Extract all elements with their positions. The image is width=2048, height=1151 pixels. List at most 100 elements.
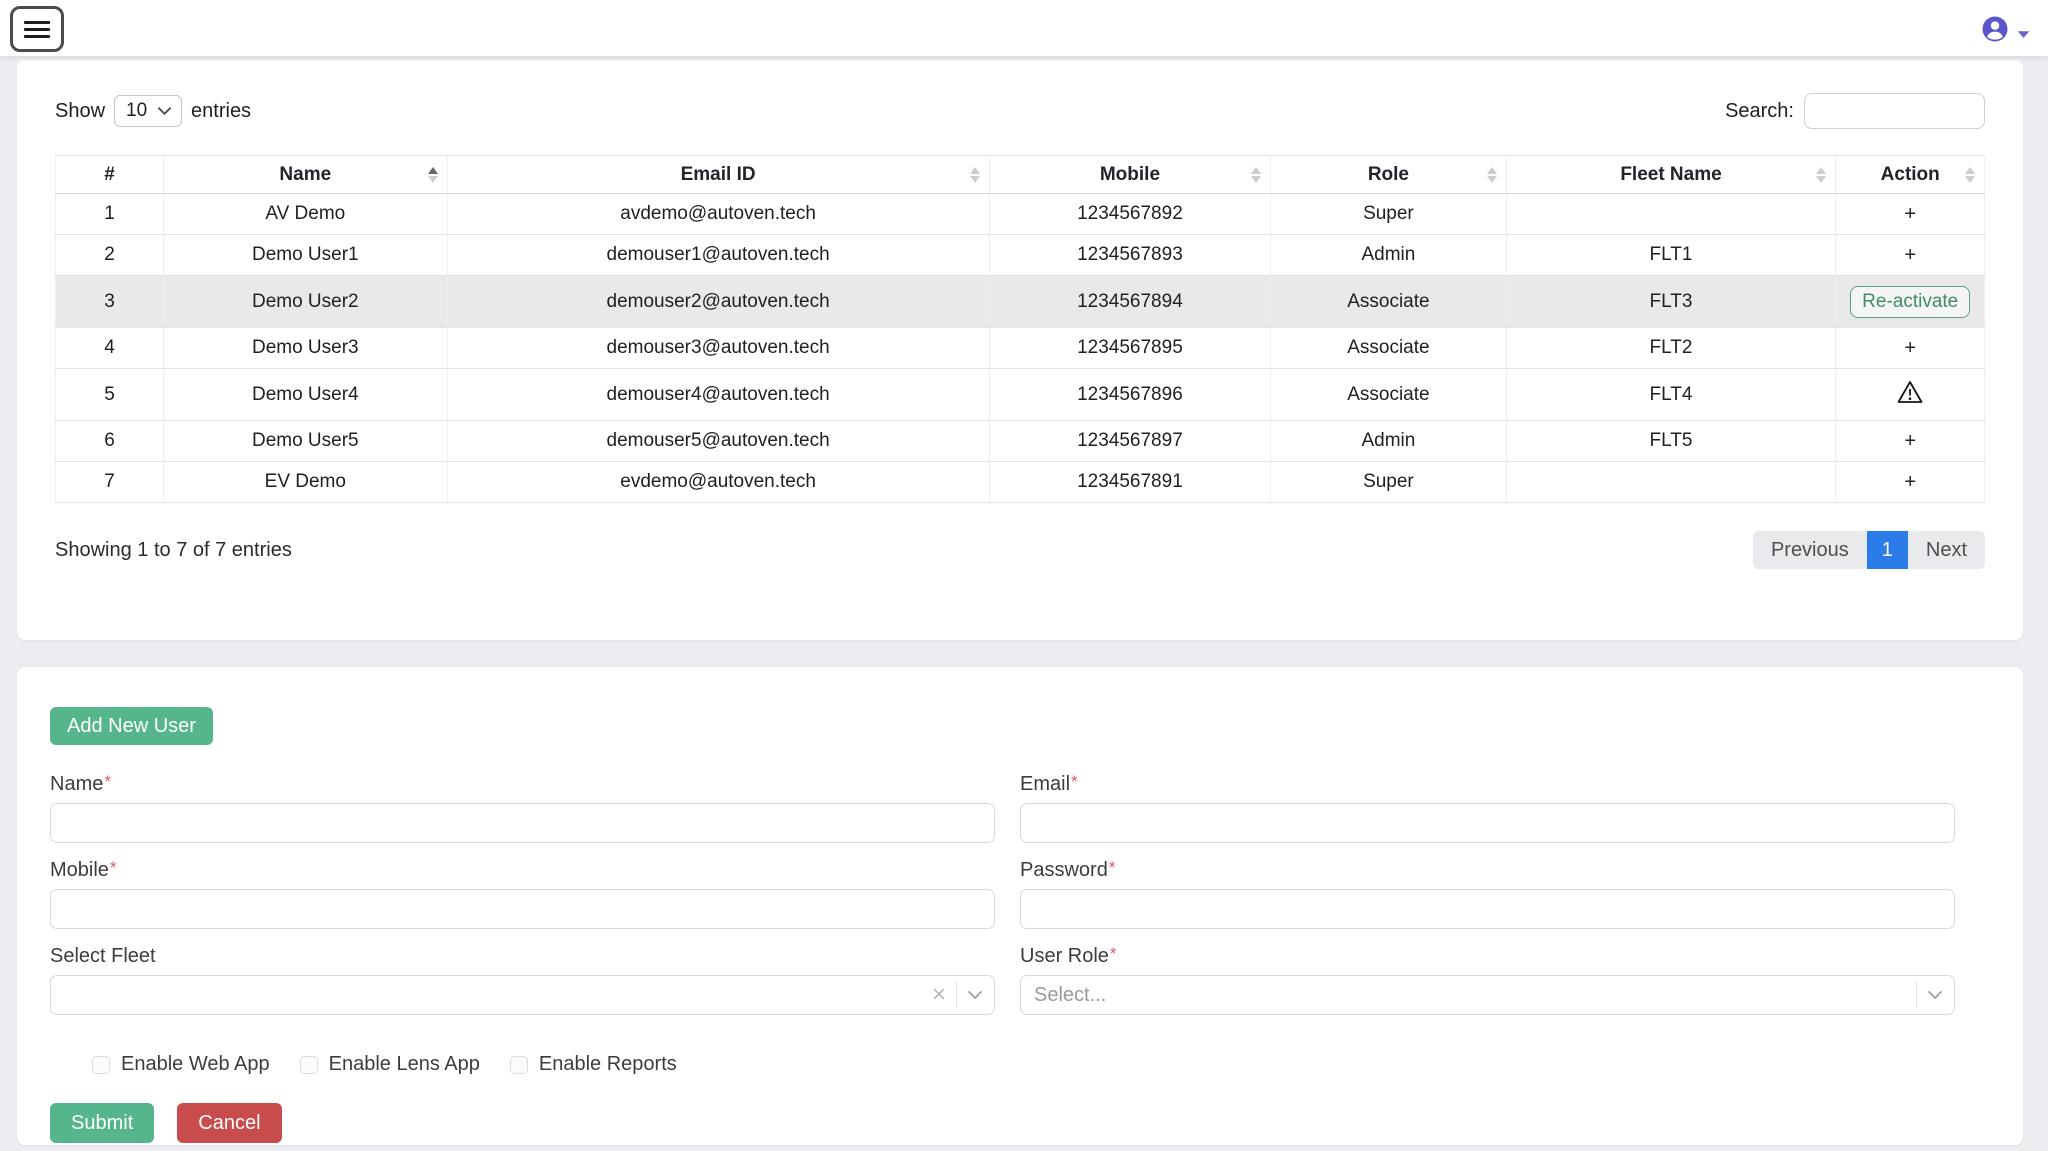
- table-row: 5Demo User4demouser4@autoven.tech1234567…: [56, 369, 1985, 421]
- select-divider: [956, 982, 957, 1008]
- checkbox-group-enable-reports[interactable]: Enable Reports: [510, 1053, 677, 1076]
- page-size-value: 10: [126, 100, 147, 122]
- sort-asc-icon: [1251, 167, 1261, 174]
- cell-action: +: [1836, 421, 1985, 462]
- expand-row-button[interactable]: +: [1896, 430, 1924, 453]
- mobile-input[interactable]: [50, 889, 995, 929]
- sort-asc-icon: [1965, 167, 1975, 174]
- table-header-row: #NameEmail IDMobileRoleFleet Name Action: [56, 156, 1985, 194]
- user-menu[interactable]: [1980, 12, 2030, 44]
- row-number: 4: [56, 328, 164, 369]
- cell-name: EV Demo: [164, 462, 448, 503]
- column-label: Action: [1881, 164, 1940, 185]
- add-new-user-button[interactable]: Add New User: [50, 707, 213, 745]
- chevron-down-icon[interactable]: [1927, 990, 1943, 1000]
- cell-action: +: [1836, 194, 1985, 235]
- expand-row-button[interactable]: +: [1896, 471, 1924, 494]
- cell-action: +: [1836, 328, 1985, 369]
- sort-arrows-icon: [1487, 167, 1497, 183]
- clear-selection-icon[interactable]: ×: [932, 983, 946, 1007]
- cell-mobile: 1234567895: [989, 328, 1271, 369]
- page-size-select[interactable]: 10: [114, 95, 182, 127]
- email-input[interactable]: [1020, 803, 1955, 843]
- cell-name: Demo User5: [164, 421, 448, 462]
- entries-label: entries: [191, 100, 251, 123]
- cell-role: Associate: [1271, 276, 1506, 328]
- required-marker: *: [1109, 858, 1116, 877]
- expand-row-button[interactable]: +: [1896, 244, 1924, 267]
- checkbox-label: Enable Web App: [121, 1053, 270, 1076]
- table-footer: Showing 1 to 7 of 7 entries Previous 1 N…: [55, 531, 1985, 569]
- name-input[interactable]: [50, 803, 995, 843]
- hamburger-icon: [24, 21, 50, 24]
- menu-button[interactable]: [10, 6, 64, 52]
- sort-arrows-icon: [1965, 167, 1975, 183]
- cell-action: +: [1836, 462, 1985, 503]
- field-label-text: Mobile: [50, 859, 109, 881]
- reactivate-button[interactable]: Re-activate: [1850, 286, 1970, 318]
- expand-row-button[interactable]: +: [1896, 337, 1924, 360]
- cell-email: demouser5@autoven.tech: [447, 421, 989, 462]
- field-label: User Role*: [1020, 945, 1955, 968]
- sort-arrows-icon: [1816, 167, 1826, 183]
- row-number: 3: [56, 276, 164, 328]
- column-header-role[interactable]: Role: [1271, 156, 1506, 194]
- cell-name: Demo User4: [164, 369, 448, 421]
- chevron-down-icon[interactable]: [967, 990, 983, 1000]
- cell-email: demouser2@autoven.tech: [447, 276, 989, 328]
- password-input[interactable]: [1020, 889, 1955, 929]
- checkbox-group-enable-lens-app[interactable]: Enable Lens App: [300, 1053, 480, 1076]
- column-header-action[interactable]: Action: [1836, 156, 1985, 194]
- main-content: Show 10 entries Search: #NameEmail IDMob…: [0, 57, 2048, 1145]
- field-email: Email*: [1020, 773, 1955, 843]
- row-number: 7: [56, 462, 164, 503]
- cell-name: Demo User1: [164, 235, 448, 276]
- checkbox-label: Enable Reports: [539, 1053, 677, 1076]
- cell-mobile: 1234567896: [989, 369, 1271, 421]
- required-marker: *: [1071, 772, 1078, 791]
- field-label: Select Fleet: [50, 945, 995, 968]
- field-label-text: Name: [50, 773, 103, 795]
- expand-row-button[interactable]: +: [1896, 203, 1924, 226]
- required-marker: *: [104, 772, 111, 791]
- cell-email: avdemo@autoven.tech: [447, 194, 989, 235]
- search-input[interactable]: [1804, 93, 1985, 129]
- previous-page-button[interactable]: Previous: [1753, 531, 1867, 569]
- warning-triangle-icon[interactable]: [1897, 380, 1923, 404]
- sort-asc-icon: [1816, 167, 1826, 174]
- sort-desc-icon: [1816, 176, 1826, 183]
- column-header-fleet-name[interactable]: Fleet Name: [1506, 156, 1836, 194]
- checkbox-enable-lens-app[interactable]: [300, 1056, 318, 1074]
- cell-fleet: FLT1: [1506, 235, 1836, 276]
- search-label: Search:: [1725, 100, 1794, 123]
- table-info-status: Showing 1 to 7 of 7 entries: [55, 539, 292, 562]
- column-header-email-id[interactable]: Email ID: [447, 156, 989, 194]
- users-table: #NameEmail IDMobileRoleFleet NameAction …: [55, 155, 1985, 503]
- table-row: 6Demo User5demouser5@autoven.tech1234567…: [56, 421, 1985, 462]
- cell-fleet: FLT2: [1506, 328, 1836, 369]
- field-mobile: Mobile*: [50, 859, 995, 929]
- user-role-select[interactable]: Select...: [1020, 975, 1955, 1015]
- next-page-button[interactable]: Next: [1908, 531, 1985, 569]
- submit-button[interactable]: Submit: [50, 1103, 154, 1143]
- sort-arrows-icon: [970, 167, 980, 183]
- checkbox-enable-reports[interactable]: [510, 1056, 528, 1074]
- checkbox-enable-web-app[interactable]: [92, 1056, 110, 1074]
- cell-role: Admin: [1271, 421, 1506, 462]
- cell-role: Admin: [1271, 235, 1506, 276]
- select-icons: [1916, 982, 1943, 1008]
- cell-role: Associate: [1271, 328, 1506, 369]
- cancel-button[interactable]: Cancel: [177, 1103, 281, 1143]
- cell-mobile: 1234567893: [989, 235, 1271, 276]
- column-header-mobile[interactable]: Mobile: [989, 156, 1271, 194]
- cell-mobile: 1234567897: [989, 421, 1271, 462]
- table-row: 1AV Demoavdemo@autoven.tech1234567892Sup…: [56, 194, 1985, 235]
- page-number-button[interactable]: 1: [1867, 531, 1908, 569]
- column-header-[interactable]: #: [56, 156, 164, 194]
- checkbox-group-enable-web-app[interactable]: Enable Web App: [92, 1053, 270, 1076]
- select-fleet-select[interactable]: ×: [50, 975, 995, 1015]
- column-header-name[interactable]: Name: [164, 156, 448, 194]
- sort-desc-icon: [1251, 176, 1261, 183]
- person-circle-icon: [1980, 14, 2010, 44]
- users-table-card: Show 10 entries Search: #NameEmail IDMob…: [17, 60, 2023, 640]
